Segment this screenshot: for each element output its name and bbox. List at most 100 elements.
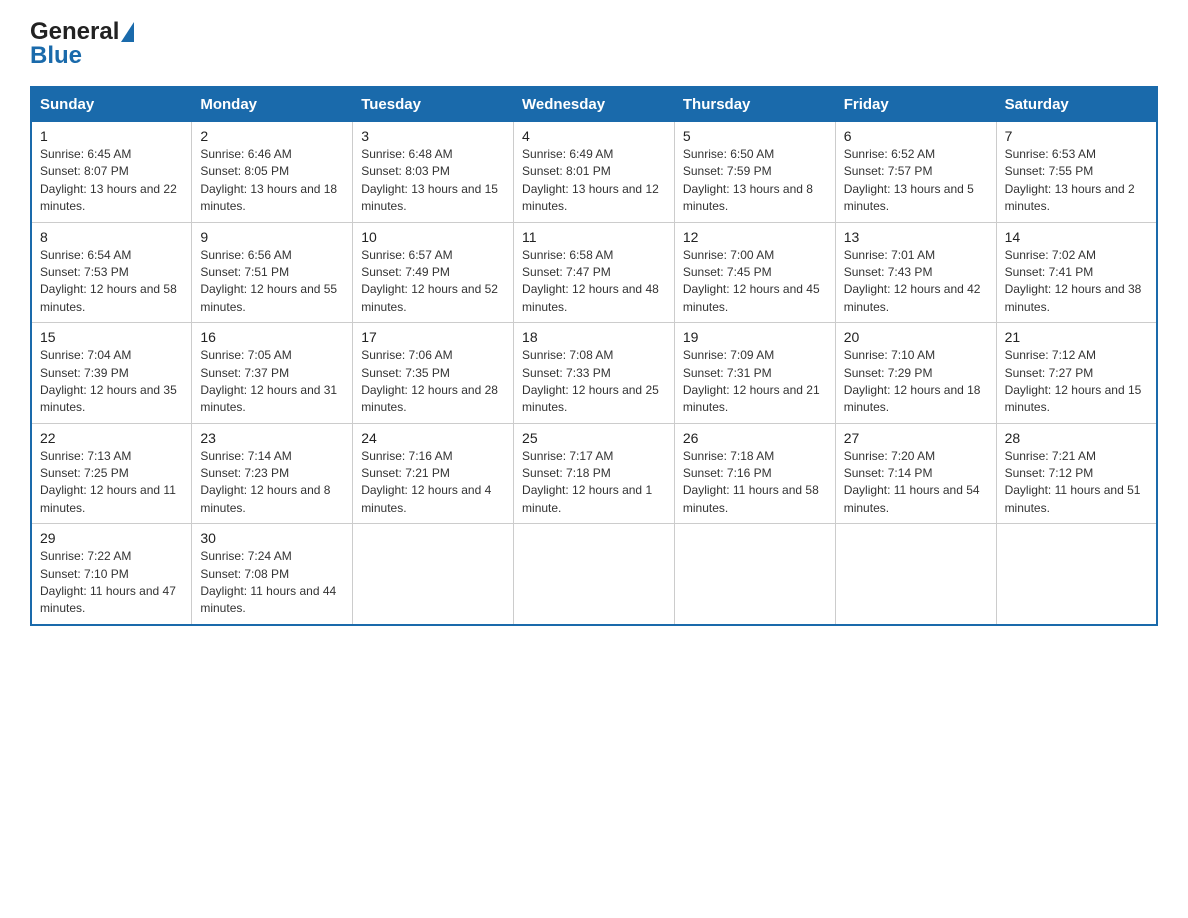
calendar-cell: 9 Sunrise: 6:56 AMSunset: 7:51 PMDayligh… [192,222,353,323]
day-info: Sunrise: 7:21 AMSunset: 7:12 PMDaylight:… [1005,449,1141,515]
calendar-cell: 8 Sunrise: 6:54 AMSunset: 7:53 PMDayligh… [31,222,192,323]
day-number: 14 [1005,229,1148,245]
day-number: 6 [844,128,988,144]
day-number: 18 [522,329,666,345]
calendar-cell: 21 Sunrise: 7:12 AMSunset: 7:27 PMDaylig… [996,323,1157,424]
calendar-cell: 27 Sunrise: 7:20 AMSunset: 7:14 PMDaylig… [835,423,996,524]
day-number: 20 [844,329,988,345]
day-number: 7 [1005,128,1148,144]
day-info: Sunrise: 6:45 AMSunset: 8:07 PMDaylight:… [40,147,177,213]
day-number: 21 [1005,329,1148,345]
calendar-cell: 5 Sunrise: 6:50 AMSunset: 7:59 PMDayligh… [674,122,835,223]
calendar-cell: 18 Sunrise: 7:08 AMSunset: 7:33 PMDaylig… [514,323,675,424]
calendar-week-row: 1 Sunrise: 6:45 AMSunset: 8:07 PMDayligh… [31,122,1157,223]
day-info: Sunrise: 7:10 AMSunset: 7:29 PMDaylight:… [844,348,981,414]
calendar-cell: 4 Sunrise: 6:49 AMSunset: 8:01 PMDayligh… [514,122,675,223]
day-info: Sunrise: 6:57 AMSunset: 7:49 PMDaylight:… [361,248,498,314]
weekday-header-sunday: Sunday [31,87,192,122]
calendar-cell: 13 Sunrise: 7:01 AMSunset: 7:43 PMDaylig… [835,222,996,323]
day-number: 25 [522,430,666,446]
day-info: Sunrise: 6:56 AMSunset: 7:51 PMDaylight:… [200,248,337,314]
day-info: Sunrise: 6:50 AMSunset: 7:59 PMDaylight:… [683,147,813,213]
calendar-cell: 28 Sunrise: 7:21 AMSunset: 7:12 PMDaylig… [996,423,1157,524]
day-info: Sunrise: 6:48 AMSunset: 8:03 PMDaylight:… [361,147,498,213]
calendar-cell: 10 Sunrise: 6:57 AMSunset: 7:49 PMDaylig… [353,222,514,323]
day-info: Sunrise: 7:02 AMSunset: 7:41 PMDaylight:… [1005,248,1142,314]
calendar-cell: 16 Sunrise: 7:05 AMSunset: 7:37 PMDaylig… [192,323,353,424]
calendar-cell: 23 Sunrise: 7:14 AMSunset: 7:23 PMDaylig… [192,423,353,524]
calendar-week-row: 22 Sunrise: 7:13 AMSunset: 7:25 PMDaylig… [31,423,1157,524]
day-number: 9 [200,229,344,245]
day-info: Sunrise: 6:53 AMSunset: 7:55 PMDaylight:… [1005,147,1135,213]
logo-blue-text: Blue [30,44,134,68]
calendar-cell [996,524,1157,625]
calendar-cell [514,524,675,625]
calendar-cell [353,524,514,625]
day-info: Sunrise: 6:49 AMSunset: 8:01 PMDaylight:… [522,147,659,213]
weekday-header-thursday: Thursday [674,87,835,122]
logo-triangle-icon [121,22,134,42]
day-info: Sunrise: 7:14 AMSunset: 7:23 PMDaylight:… [200,449,330,515]
day-number: 2 [200,128,344,144]
day-number: 13 [844,229,988,245]
day-number: 15 [40,329,183,345]
day-number: 23 [200,430,344,446]
weekday-header-saturday: Saturday [996,87,1157,122]
calendar-cell: 24 Sunrise: 7:16 AMSunset: 7:21 PMDaylig… [353,423,514,524]
weekday-header-wednesday: Wednesday [514,87,675,122]
day-info: Sunrise: 6:46 AMSunset: 8:05 PMDaylight:… [200,147,337,213]
day-number: 4 [522,128,666,144]
weekday-header-friday: Friday [835,87,996,122]
calendar-cell: 29 Sunrise: 7:22 AMSunset: 7:10 PMDaylig… [31,524,192,625]
calendar-cell: 2 Sunrise: 6:46 AMSunset: 8:05 PMDayligh… [192,122,353,223]
day-info: Sunrise: 7:18 AMSunset: 7:16 PMDaylight:… [683,449,819,515]
day-number: 24 [361,430,505,446]
day-info: Sunrise: 7:12 AMSunset: 7:27 PMDaylight:… [1005,348,1142,414]
weekday-header-tuesday: Tuesday [353,87,514,122]
day-info: Sunrise: 7:16 AMSunset: 7:21 PMDaylight:… [361,449,491,515]
day-info: Sunrise: 7:24 AMSunset: 7:08 PMDaylight:… [200,549,336,615]
day-info: Sunrise: 7:04 AMSunset: 7:39 PMDaylight:… [40,348,177,414]
day-number: 30 [200,530,344,546]
day-number: 16 [200,329,344,345]
day-info: Sunrise: 6:58 AMSunset: 7:47 PMDaylight:… [522,248,659,314]
calendar-week-row: 29 Sunrise: 7:22 AMSunset: 7:10 PMDaylig… [31,524,1157,625]
calendar-cell: 7 Sunrise: 6:53 AMSunset: 7:55 PMDayligh… [996,122,1157,223]
calendar-cell: 20 Sunrise: 7:10 AMSunset: 7:29 PMDaylig… [835,323,996,424]
day-number: 8 [40,229,183,245]
calendar-cell: 12 Sunrise: 7:00 AMSunset: 7:45 PMDaylig… [674,222,835,323]
day-info: Sunrise: 7:22 AMSunset: 7:10 PMDaylight:… [40,549,176,615]
calendar-cell [674,524,835,625]
day-number: 22 [40,430,183,446]
day-number: 26 [683,430,827,446]
day-info: Sunrise: 7:05 AMSunset: 7:37 PMDaylight:… [200,348,337,414]
calendar-cell: 26 Sunrise: 7:18 AMSunset: 7:16 PMDaylig… [674,423,835,524]
calendar-cell [835,524,996,625]
calendar-cell: 11 Sunrise: 6:58 AMSunset: 7:47 PMDaylig… [514,222,675,323]
weekday-header-row: SundayMondayTuesdayWednesdayThursdayFrid… [31,87,1157,122]
calendar-cell: 3 Sunrise: 6:48 AMSunset: 8:03 PMDayligh… [353,122,514,223]
day-info: Sunrise: 7:13 AMSunset: 7:25 PMDaylight:… [40,449,176,515]
calendar-cell: 15 Sunrise: 7:04 AMSunset: 7:39 PMDaylig… [31,323,192,424]
calendar-cell: 25 Sunrise: 7:17 AMSunset: 7:18 PMDaylig… [514,423,675,524]
day-info: Sunrise: 7:01 AMSunset: 7:43 PMDaylight:… [844,248,981,314]
day-number: 5 [683,128,827,144]
day-info: Sunrise: 6:54 AMSunset: 7:53 PMDaylight:… [40,248,177,314]
calendar-week-row: 8 Sunrise: 6:54 AMSunset: 7:53 PMDayligh… [31,222,1157,323]
day-info: Sunrise: 7:08 AMSunset: 7:33 PMDaylight:… [522,348,659,414]
weekday-header-monday: Monday [192,87,353,122]
day-number: 12 [683,229,827,245]
calendar-cell: 22 Sunrise: 7:13 AMSunset: 7:25 PMDaylig… [31,423,192,524]
calendar-week-row: 15 Sunrise: 7:04 AMSunset: 7:39 PMDaylig… [31,323,1157,424]
calendar-table: SundayMondayTuesdayWednesdayThursdayFrid… [30,86,1158,626]
day-number: 29 [40,530,183,546]
day-info: Sunrise: 7:06 AMSunset: 7:35 PMDaylight:… [361,348,498,414]
day-number: 27 [844,430,988,446]
calendar-cell: 14 Sunrise: 7:02 AMSunset: 7:41 PMDaylig… [996,222,1157,323]
calendar-cell: 17 Sunrise: 7:06 AMSunset: 7:35 PMDaylig… [353,323,514,424]
logo-general-text: General [30,20,119,44]
day-number: 28 [1005,430,1148,446]
day-number: 17 [361,329,505,345]
day-info: Sunrise: 7:00 AMSunset: 7:45 PMDaylight:… [683,248,820,314]
day-info: Sunrise: 7:09 AMSunset: 7:31 PMDaylight:… [683,348,820,414]
